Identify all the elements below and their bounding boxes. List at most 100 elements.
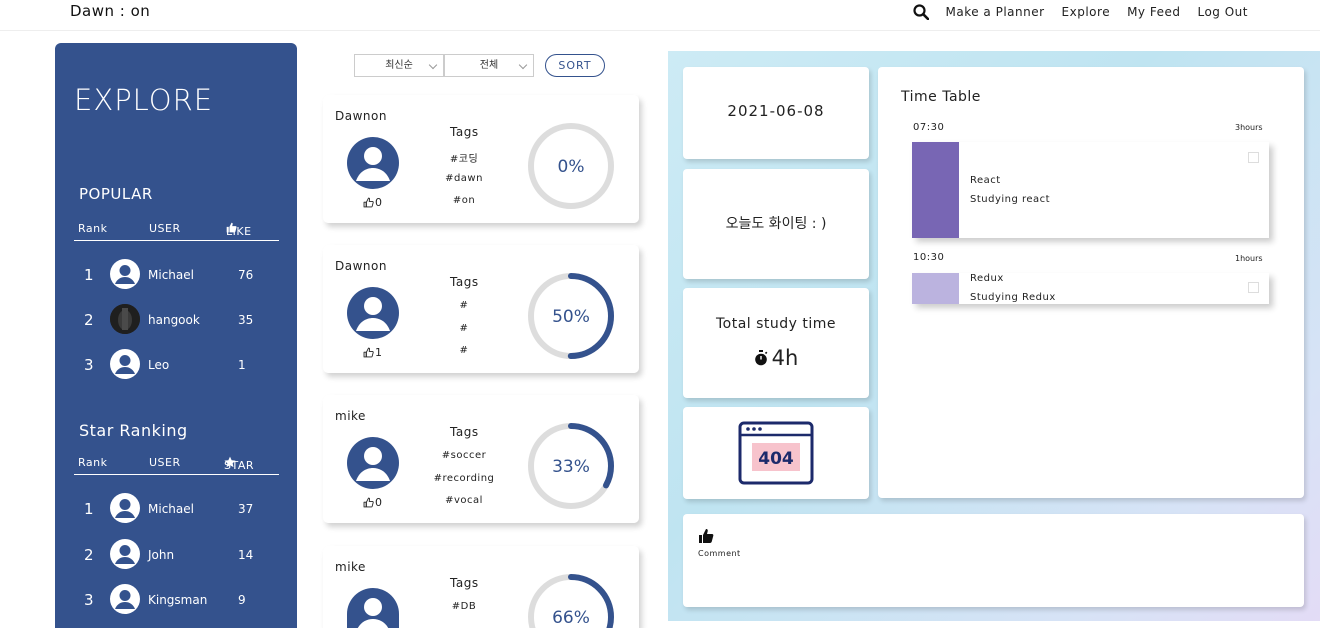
comment-label[interactable]: Comment [698, 549, 741, 558]
planner-message: 오늘도 화이팅 : ) [725, 216, 827, 232]
brand-logo[interactable]: Dawn : on [70, 2, 150, 20]
card-avatar [347, 287, 399, 339]
tag: #recording [433, 473, 495, 484]
progress-ring: 66% [528, 574, 614, 628]
tag: # [459, 345, 469, 356]
image-tile: 404 [683, 407, 869, 499]
feed-card[interactable]: mike 0 Tags #soccer #recording #vocal 33… [323, 395, 639, 523]
rank-number: 2 [84, 546, 94, 564]
user-avatar [110, 493, 140, 523]
user-avatar [110, 349, 140, 379]
order-select[interactable]: 최신순 [354, 54, 444, 77]
feed-card[interactable]: mike Tags #DB 66% [323, 546, 639, 628]
progress-ring: 50% [528, 273, 614, 359]
user-name: Leo [148, 358, 170, 372]
entry-duration: 1hours [1235, 254, 1263, 263]
star-ranking-title: Star Ranking [79, 421, 188, 440]
tags-title: Tags [450, 576, 479, 590]
tag: # [459, 300, 469, 311]
rank-number: 1 [84, 266, 94, 284]
scope-select-value: 전체 [479, 60, 499, 71]
star-count: 9 [238, 593, 246, 607]
entry-checkbox[interactable] [1248, 152, 1259, 163]
search-icon[interactable] [912, 4, 929, 21]
user-name: Michael [148, 268, 194, 282]
star-header-user: USER [149, 456, 181, 469]
top-navbar: Dawn : on Make a Planner Explore My Feed… [0, 0, 1320, 31]
star-header-star: STAR [224, 459, 255, 472]
star-count: 14 [238, 548, 254, 562]
entry-description: Studying react [970, 194, 1051, 205]
timetable-entry[interactable]: Redux Studying Redux [912, 273, 1269, 304]
message-tile: 오늘도 화이팅 : ) [683, 169, 869, 279]
like-count: 1 [375, 346, 382, 359]
star-row[interactable]: 1 Michael 37 [74, 488, 279, 528]
star-row[interactable]: 3 Kingsman 9 [74, 579, 279, 619]
entry-title: React [970, 175, 1001, 186]
planner-date: 2021-06-08 [727, 102, 825, 120]
star-row[interactable]: 2 John 14 [74, 534, 279, 574]
popular-row[interactable]: 1 Michael 76 [74, 254, 279, 294]
nav-log-out[interactable]: Log Out [1197, 5, 1248, 19]
timetable-entry[interactable]: React Studying react [912, 142, 1269, 238]
user-name: Kingsman [148, 593, 208, 607]
rank-number: 3 [84, 356, 94, 374]
explore-sidebar: EXPLORE POPULAR Rank USER LIKE 1 Michael… [55, 43, 297, 628]
entry-start-time: 07:30 [913, 122, 945, 133]
entry-checkbox[interactable] [1248, 282, 1259, 293]
popular-row[interactable]: 3 Leo 1 [74, 344, 279, 384]
feed-card[interactable]: Dawnon 0 Tags #코딩 #dawn #on 0% [323, 95, 639, 223]
study-time-title: Total study time [715, 316, 837, 332]
date-tile: 2021-06-08 [683, 67, 869, 159]
tag: #DB [451, 601, 477, 612]
card-username: Dawnon [335, 259, 387, 273]
rank-number: 1 [84, 500, 94, 518]
thumbs-up-icon[interactable] [698, 528, 714, 544]
comment-tile: Comment [683, 514, 1304, 607]
popular-row[interactable]: 2 hangook 35 [74, 299, 279, 339]
user-name: hangook [148, 313, 200, 327]
tag: #dawn [445, 173, 483, 184]
thumbs-up-outline-icon[interactable] [363, 197, 374, 208]
tag: # [459, 323, 469, 334]
entry-start-time: 10:30 [913, 252, 945, 263]
nav-my-feed[interactable]: My Feed [1127, 5, 1180, 19]
user-name: John [148, 548, 175, 562]
progress-label: 0% [558, 157, 585, 177]
popular-header: Rank USER LIKE [74, 219, 279, 241]
nav-make-planner[interactable]: Make a Planner [946, 5, 1045, 19]
entry-title: Redux [970, 273, 1004, 284]
tag: #soccer [441, 450, 487, 461]
progress-label: 66% [552, 608, 590, 628]
study-time-value: 4h [771, 346, 799, 370]
star-header: Rank USER STAR [74, 453, 279, 475]
star-count: 37 [238, 502, 254, 516]
user-avatar-photo [110, 304, 140, 334]
nav-explore[interactable]: Explore [1062, 5, 1111, 19]
progress-label: 50% [552, 307, 590, 327]
scope-select[interactable]: 전체 [444, 54, 534, 77]
timetable-title: Time Table [901, 89, 981, 105]
thumbs-up-outline-icon[interactable] [363, 497, 374, 508]
popular-title: POPULAR [79, 185, 153, 203]
nav-menu: Make a Planner Explore My Feed Log Out [912, 4, 1249, 21]
star-header-rank: Rank [78, 456, 108, 469]
sort-button[interactable]: SORT [545, 54, 605, 77]
card-username: mike [335, 560, 366, 574]
like-count: 35 [238, 313, 254, 327]
entry-description: Studying Redux [970, 292, 1056, 303]
feed-card[interactable]: Dawnon 1 Tags # # # 50% [323, 245, 639, 373]
order-select-value: 최신순 [385, 60, 413, 71]
thumbs-up-outline-icon[interactable] [363, 347, 374, 358]
card-username: Dawnon [335, 109, 387, 123]
like-count: 0 [375, 496, 382, 509]
tag: #vocal [445, 495, 483, 506]
user-name: Michael [148, 502, 194, 516]
error-code-text: 404 [758, 449, 794, 469]
progress-ring: 0% [528, 123, 614, 209]
study-time-tile: Total study time 4h [683, 288, 869, 398]
progress-label: 33% [552, 457, 590, 477]
like-count: 76 [238, 268, 254, 282]
card-avatar [347, 137, 399, 189]
tags-title: Tags [450, 425, 479, 439]
